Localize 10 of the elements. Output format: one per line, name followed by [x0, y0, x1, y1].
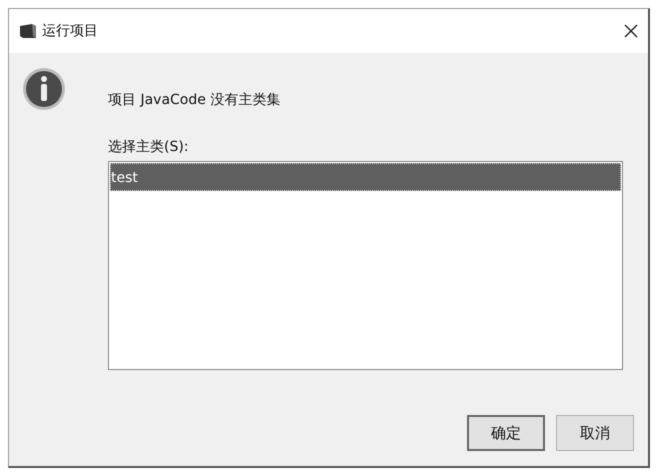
class-list[interactable]: test — [108, 161, 623, 370]
dialog-button[interactable]: 确定 — [467, 415, 545, 451]
dialog-button[interactable]: 取消 — [556, 415, 634, 451]
message-text: 项目 JavaCode 没有主类集 — [108, 91, 282, 110]
app-icon — [20, 24, 36, 38]
window-title: 运行项目 — [42, 22, 98, 40]
close-icon[interactable] — [624, 24, 638, 38]
list-item[interactable]: test — [110, 163, 621, 191]
info-icon — [22, 67, 66, 111]
list-label: 选择主类(S): — [108, 138, 190, 157]
